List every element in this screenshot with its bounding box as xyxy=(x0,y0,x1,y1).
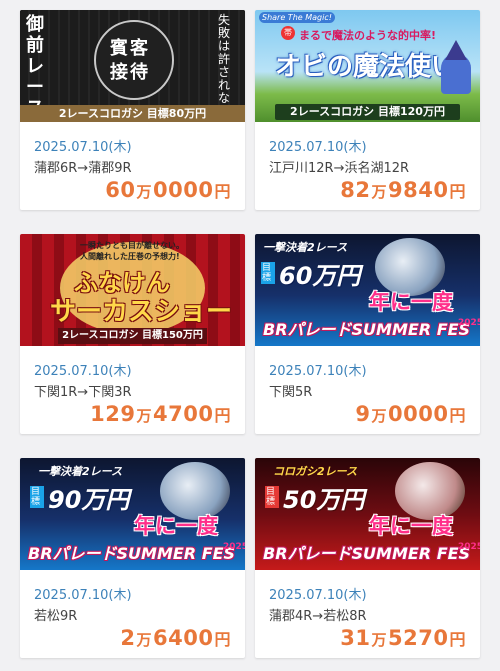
banner-goal-amount: 50万円 xyxy=(283,486,365,514)
result-date: 2025.07.10(木) xyxy=(34,140,132,155)
payout-amount: 82万9840円 xyxy=(340,178,466,202)
plan-banner-image: 一瞬たりとも目が離せない。 人間離れした圧巻の予想力! ふなけん サーカスショー… xyxy=(20,234,245,346)
payout-amount: 60万0000円 xyxy=(105,178,231,202)
payout-amount: 2万6400円 xyxy=(120,626,231,650)
plan-banner-image: 一撃決着2レース 目標 60万円 年に一度 BRパレードSUMMER FES 2… xyxy=(255,234,480,346)
result-date: 2025.07.10(木) xyxy=(269,588,367,603)
result-card[interactable]: Share The Magic! 帯 まるで魔法のような的中率! オビの魔法使い… xyxy=(255,10,480,210)
payout-rest: 5270 xyxy=(388,626,449,650)
unit-man: 万 xyxy=(136,631,153,649)
banner-goal-label: 目標 xyxy=(261,262,275,284)
unit-yen: 円 xyxy=(214,630,231,649)
banner-top-text: 人間離れした圧巻の予想力! xyxy=(80,252,180,261)
unit-man: 万 xyxy=(136,183,153,201)
banner-bottom-text: 2レースコロガシ 目標80万円 xyxy=(20,105,245,122)
result-card[interactable]: 御前レース 賓客 接待 失敗は許されない。 2レースコロガシ 目標80万円 20… xyxy=(20,10,245,210)
payout-man: 82 xyxy=(340,178,371,202)
banner-tag: Share The Magic! xyxy=(259,12,335,23)
banner-event: BRパレードSUMMER FES xyxy=(263,320,471,339)
wizard-illustration xyxy=(441,54,471,94)
banner-center-text: 接待 xyxy=(110,62,150,83)
banner-top-text: 一撃決着2レース xyxy=(263,241,348,254)
payout-rest: 6400 xyxy=(153,626,214,650)
unit-man: 万 xyxy=(371,631,388,649)
result-card[interactable]: 一撃決着2レース 目標 60万円 年に一度 BRパレードSUMMER FES 2… xyxy=(255,234,480,434)
race-name: 蒲郡4R→若松8R xyxy=(269,609,367,624)
result-card[interactable]: コロガシ2レース 目標 50万円 年に一度 BRパレードSUMMER FES 2… xyxy=(255,458,480,658)
banner-goal-amount: 60万円 xyxy=(279,262,361,290)
payout-man: 60 xyxy=(105,178,136,202)
payout-rest: 0000 xyxy=(153,178,214,202)
payout-rest: 9840 xyxy=(388,178,449,202)
unit-yen: 円 xyxy=(449,406,466,425)
payout-man: 129 xyxy=(90,402,136,426)
unit-man: 万 xyxy=(371,407,388,425)
result-date: 2025.07.10(木) xyxy=(34,588,132,603)
banner-goal-label: 目標 xyxy=(30,486,44,508)
banner-top-text: 一瞬たりとも目が離せない。 xyxy=(80,241,184,250)
banner-catch: 年に一度 xyxy=(134,514,218,538)
payout-amount: 129万4700円 xyxy=(90,402,231,426)
banner-year: 2025 xyxy=(458,542,480,552)
banner-bottom-text: 2レースコロガシ 目標150万円 xyxy=(58,328,207,344)
race-name: 蒲郡6R→蒲郡9R xyxy=(34,161,132,176)
banner-title: サーカスショー xyxy=(50,297,233,327)
payout-man: 31 xyxy=(340,626,371,650)
banner-right-text: 失敗は許されない。 xyxy=(218,13,242,118)
banner-catch: 年に一度 xyxy=(369,290,453,314)
unit-yen: 円 xyxy=(214,182,231,201)
banner-subtitle: まるで魔法のような的中率! xyxy=(299,29,437,42)
banner-bottom-text: 2レースコロガシ 目標120万円 xyxy=(275,104,460,120)
result-card-grid: 御前レース 賓客 接待 失敗は許されない。 2レースコロガシ 目標80万円 20… xyxy=(0,0,500,671)
plan-banner-image: 御前レース 賓客 接待 失敗は許されない。 2レースコロガシ 目標80万円 xyxy=(20,10,245,122)
banner-year: 2025 xyxy=(223,542,245,552)
banner-badge: 帯 xyxy=(281,26,295,40)
banner-goal-label: 目標 xyxy=(265,486,279,508)
payout-man: 2 xyxy=(120,626,136,650)
banner-event: BRパレードSUMMER FES xyxy=(28,544,236,563)
result-card[interactable]: 一撃決着2レース 目標 90万円 年に一度 BRパレードSUMMER FES 2… xyxy=(20,458,245,658)
result-card[interactable]: 一瞬たりとも目が離せない。 人間離れした圧巻の予想力! ふなけん サーカスショー… xyxy=(20,234,245,434)
banner-event: BRパレードSUMMER FES xyxy=(263,544,471,563)
banner-goal-amount: 90万円 xyxy=(48,486,130,514)
unit-man: 万 xyxy=(371,183,388,201)
race-name: 下関1R→下関3R xyxy=(34,385,132,400)
plan-banner-image: コロガシ2レース 目標 50万円 年に一度 BRパレードSUMMER FES 2… xyxy=(255,458,480,570)
payout-rest: 0000 xyxy=(388,402,449,426)
result-date: 2025.07.10(木) xyxy=(269,364,367,379)
payout-amount: 9万0000円 xyxy=(355,402,466,426)
payout-amount: 31万5270円 xyxy=(340,626,466,650)
plan-banner-image: 一撃決着2レース 目標 90万円 年に一度 BRパレードSUMMER FES 2… xyxy=(20,458,245,570)
banner-left-text: 御前レース xyxy=(26,14,44,119)
unit-yen: 円 xyxy=(449,182,466,201)
race-name: 下関5R xyxy=(269,385,313,400)
result-date: 2025.07.10(木) xyxy=(34,364,132,379)
payout-man: 9 xyxy=(355,402,371,426)
banner-center-text: 賓客 xyxy=(110,38,150,59)
payout-rest: 4700 xyxy=(153,402,214,426)
wizard-hat xyxy=(445,40,467,60)
unit-man: 万 xyxy=(136,407,153,425)
banner-title: オビの魔法使い xyxy=(275,52,458,82)
result-date: 2025.07.10(木) xyxy=(269,140,367,155)
banner-year: 2025 xyxy=(458,318,480,328)
unit-yen: 円 xyxy=(449,630,466,649)
plan-banner-image: Share The Magic! 帯 まるで魔法のような的中率! オビの魔法使い… xyxy=(255,10,480,122)
race-name: 江戸川12R→浜名湖12R xyxy=(269,161,410,176)
banner-top-text: 一撃決着2レース xyxy=(38,465,123,478)
banner-catch: 年に一度 xyxy=(369,514,453,538)
unit-yen: 円 xyxy=(214,406,231,425)
race-name: 若松9R xyxy=(34,609,78,624)
banner-top-text: コロガシ2レース xyxy=(273,465,358,478)
